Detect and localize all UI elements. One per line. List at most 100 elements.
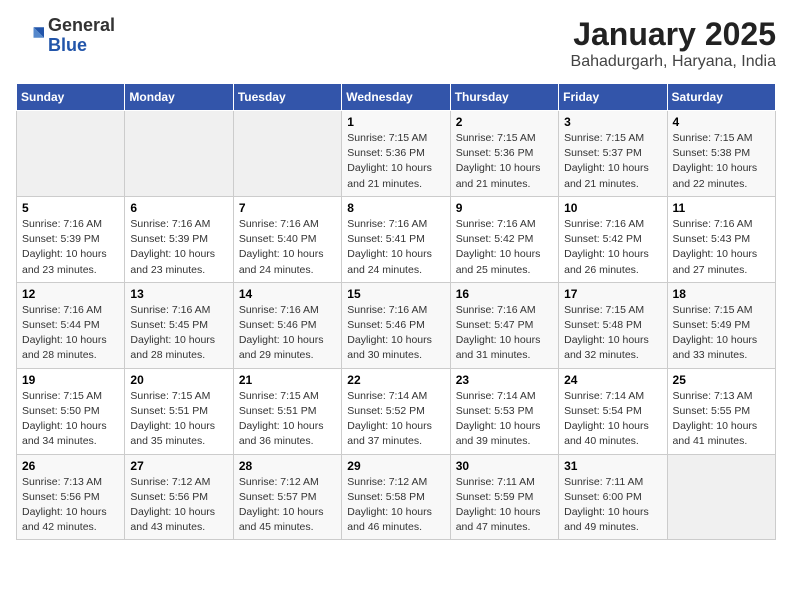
day-info: Sunrise: 7:16 AMSunset: 5:40 PMDaylight:…	[239, 217, 336, 278]
day-info: Sunrise: 7:12 AMSunset: 5:58 PMDaylight:…	[347, 475, 444, 536]
day-number: 23	[456, 373, 553, 387]
calendar-cell: 5 Sunrise: 7:16 AMSunset: 5:39 PMDaylight…	[17, 196, 125, 282]
day-info: Sunrise: 7:16 AMSunset: 5:39 PMDaylight:…	[22, 217, 119, 278]
day-info: Sunrise: 7:16 AMSunset: 5:41 PMDaylight:…	[347, 217, 444, 278]
calendar-cell: 8 Sunrise: 7:16 AMSunset: 5:41 PMDaylight…	[342, 196, 450, 282]
calendar-cell: 12Sunrise: 7:16 AMSunset: 5:44 PMDayligh…	[17, 282, 125, 368]
day-number: 28	[239, 459, 336, 473]
day-number: 1	[347, 115, 444, 129]
weekday-header: Saturday	[667, 84, 775, 111]
calendar-cell: 18 Sunrise: 7:15 AMSunset: 5:49 PMDayligh…	[667, 282, 775, 368]
day-info: Sunrise: 7:15 AMSunset: 5:50 PMDaylight:…	[22, 389, 119, 450]
day-number: 3	[564, 115, 661, 129]
day-info: Sunrise: 7:16 AMSunset: 5:43 PMDaylight:…	[673, 217, 770, 278]
calendar-cell: 1 Sunrise: 7:15 AMSunset: 5:36 PMDaylight…	[342, 111, 450, 197]
calendar-cell: 6 Sunrise: 7:16 AMSunset: 5:39 PMDaylight…	[125, 196, 233, 282]
day-info: Sunrise: 7:13 AMSunset: 5:56 PMDaylight:…	[22, 475, 119, 536]
calendar-cell: 13 Sunrise: 7:16 AMSunset: 5:45 PMDayligh…	[125, 282, 233, 368]
calendar-cell: 16 Sunrise: 7:16 AMSunset: 5:47 PMDayligh…	[450, 282, 558, 368]
day-number: 24	[564, 373, 661, 387]
weekday-header: Tuesday	[233, 84, 341, 111]
calendar-cell	[233, 111, 341, 197]
day-info: Sunrise: 7:16 AMSunset: 5:47 PMDaylight:…	[456, 303, 553, 364]
calendar-cell: 21Sunrise: 7:15 AMSunset: 5:51 PMDayligh…	[233, 368, 341, 454]
day-number: 8	[347, 201, 444, 215]
day-number: 29	[347, 459, 444, 473]
day-number: 31	[564, 459, 661, 473]
weekday-header: Monday	[125, 84, 233, 111]
day-number: 6	[130, 201, 227, 215]
calendar-cell: 29 Sunrise: 7:12 AMSunset: 5:58 PMDayligh…	[342, 454, 450, 540]
calendar-cell: 20 Sunrise: 7:15 AMSunset: 5:51 PMDayligh…	[125, 368, 233, 454]
weekday-header: Wednesday	[342, 84, 450, 111]
day-number: 10	[564, 201, 661, 215]
calendar-cell: 2 Sunrise: 7:15 AMSunset: 5:36 PMDaylight…	[450, 111, 558, 197]
day-number: 15	[347, 287, 444, 301]
calendar-cell: 26 Sunrise: 7:13 AMSunset: 5:56 PMDayligh…	[17, 454, 125, 540]
logo: General Blue	[16, 16, 115, 56]
calendar-cell: 23Sunrise: 7:14 AMSunset: 5:53 PMDayligh…	[450, 368, 558, 454]
calendar-cell: 24Sunrise: 7:14 AMSunset: 5:54 PMDayligh…	[559, 368, 667, 454]
page-header: General Blue January 2025 Bahadurgarh, H…	[16, 16, 776, 71]
day-info: Sunrise: 7:15 AMSunset: 5:37 PMDaylight:…	[564, 131, 661, 192]
calendar-cell: 27 Sunrise: 7:12 AMSunset: 5:56 PMDayligh…	[125, 454, 233, 540]
day-number: 18	[673, 287, 770, 301]
calendar-cell: 15 Sunrise: 7:16 AMSunset: 5:46 PMDayligh…	[342, 282, 450, 368]
calendar-cell: 9 Sunrise: 7:16 AMSunset: 5:42 PMDaylight…	[450, 196, 558, 282]
logo-icon	[16, 22, 44, 50]
day-number: 9	[456, 201, 553, 215]
day-number: 21	[239, 373, 336, 387]
day-number: 27	[130, 459, 227, 473]
day-info: Sunrise: 7:16 AMSunset: 5:45 PMDaylight:…	[130, 303, 227, 364]
day-number: 25	[673, 373, 770, 387]
calendar-cell: 4Sunrise: 7:15 AMSunset: 5:38 PMDaylight…	[667, 111, 775, 197]
day-info: Sunrise: 7:16 AMSunset: 5:46 PMDaylight:…	[239, 303, 336, 364]
day-number: 14	[239, 287, 336, 301]
day-number: 2	[456, 115, 553, 129]
weekday-header: Friday	[559, 84, 667, 111]
day-number: 13	[130, 287, 227, 301]
day-info: Sunrise: 7:12 AMSunset: 5:57 PMDaylight:…	[239, 475, 336, 536]
calendar-cell	[667, 454, 775, 540]
day-number: 30	[456, 459, 553, 473]
day-number: 4	[673, 115, 770, 129]
calendar-week-row: 12Sunrise: 7:16 AMSunset: 5:44 PMDayligh…	[17, 282, 776, 368]
day-info: Sunrise: 7:16 AMSunset: 5:46 PMDaylight:…	[347, 303, 444, 364]
calendar-cell: 25 Sunrise: 7:13 AMSunset: 5:55 PMDayligh…	[667, 368, 775, 454]
day-number: 26	[22, 459, 119, 473]
location-title: Bahadurgarh, Haryana, India	[571, 53, 776, 71]
calendar-cell: 11Sunrise: 7:16 AMSunset: 5:43 PMDayligh…	[667, 196, 775, 282]
month-title: January 2025	[571, 16, 776, 53]
logo-text: General Blue	[48, 16, 115, 56]
day-number: 16	[456, 287, 553, 301]
day-info: Sunrise: 7:16 AMSunset: 5:42 PMDaylight:…	[456, 217, 553, 278]
calendar-cell	[125, 111, 233, 197]
day-info: Sunrise: 7:15 AMSunset: 5:36 PMDaylight:…	[456, 131, 553, 192]
day-info: Sunrise: 7:15 AMSunset: 5:49 PMDaylight:…	[673, 303, 770, 364]
day-info: Sunrise: 7:15 AMSunset: 5:48 PMDaylight:…	[564, 303, 661, 364]
calendar-week-row: 5 Sunrise: 7:16 AMSunset: 5:39 PMDaylight…	[17, 196, 776, 282]
day-number: 5	[22, 201, 119, 215]
calendar-cell: 17 Sunrise: 7:15 AMSunset: 5:48 PMDayligh…	[559, 282, 667, 368]
day-info: Sunrise: 7:15 AMSunset: 5:51 PMDaylight:…	[130, 389, 227, 450]
weekday-header: Thursday	[450, 84, 558, 111]
calendar-week-row: 1 Sunrise: 7:15 AMSunset: 5:36 PMDaylight…	[17, 111, 776, 197]
day-info: Sunrise: 7:13 AMSunset: 5:55 PMDaylight:…	[673, 389, 770, 450]
day-info: Sunrise: 7:16 AMSunset: 5:39 PMDaylight:…	[130, 217, 227, 278]
day-number: 17	[564, 287, 661, 301]
calendar-cell: 3 Sunrise: 7:15 AMSunset: 5:37 PMDaylight…	[559, 111, 667, 197]
weekday-header: Sunday	[17, 84, 125, 111]
day-info: Sunrise: 7:11 AMSunset: 5:59 PMDaylight:…	[456, 475, 553, 536]
day-info: Sunrise: 7:12 AMSunset: 5:56 PMDaylight:…	[130, 475, 227, 536]
day-number: 20	[130, 373, 227, 387]
calendar-cell: 28 Sunrise: 7:12 AMSunset: 5:57 PMDayligh…	[233, 454, 341, 540]
day-info: Sunrise: 7:14 AMSunset: 5:52 PMDaylight:…	[347, 389, 444, 450]
calendar-cell	[17, 111, 125, 197]
calendar-week-row: 26 Sunrise: 7:13 AMSunset: 5:56 PMDayligh…	[17, 454, 776, 540]
day-info: Sunrise: 7:16 AMSunset: 5:44 PMDaylight:…	[22, 303, 119, 364]
calendar-cell: 19Sunrise: 7:15 AMSunset: 5:50 PMDayligh…	[17, 368, 125, 454]
calendar-table: SundayMondayTuesdayWednesdayThursdayFrid…	[16, 83, 776, 540]
day-info: Sunrise: 7:15 AMSunset: 5:36 PMDaylight:…	[347, 131, 444, 192]
day-number: 7	[239, 201, 336, 215]
calendar-cell: 7 Sunrise: 7:16 AMSunset: 5:40 PMDaylight…	[233, 196, 341, 282]
